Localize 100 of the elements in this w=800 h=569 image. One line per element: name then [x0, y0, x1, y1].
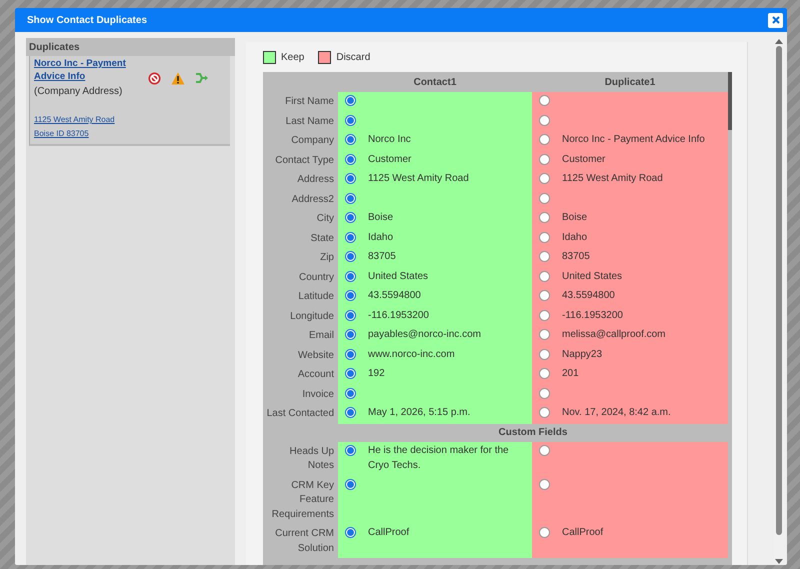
address-link[interactable]: Boise ID 83705: [34, 127, 89, 141]
radio-button[interactable]: [539, 348, 550, 360]
field-value: 1125 West Amity Road: [368, 172, 470, 186]
field-label: Longitude: [290, 310, 334, 324]
field-label: Last Name: [286, 114, 334, 128]
radio-button[interactable]: [345, 114, 356, 126]
field-label: CRM Key Feature Requirements: [270, 478, 334, 522]
field-label: Address: [297, 173, 334, 187]
field-value: May 1, 2026, 5:15 p.m.: [368, 406, 472, 420]
section-header: Custom Fields: [498, 426, 568, 440]
field-label: Zip: [320, 251, 334, 265]
radio-button[interactable]: [345, 290, 356, 301]
window-title: Show Contact Duplicates: [27, 14, 148, 26]
radio-button[interactable]: [539, 527, 550, 538]
field-value: 1125 West Amity Road: [562, 172, 664, 186]
radio-button[interactable]: [539, 270, 550, 282]
field-label: Address2: [292, 192, 334, 206]
field-value: He is the decision maker for the Cryo Techs.: [368, 444, 510, 472]
field-label: State: [310, 232, 334, 246]
radio-button[interactable]: [345, 154, 356, 164]
radio-button[interactable]: [539, 407, 550, 418]
radio-button[interactable]: [345, 444, 356, 456]
radio-button[interactable]: [345, 192, 356, 204]
field-label: Heads Up Notes: [288, 444, 334, 473]
field-value: melissa@callproof.com: [562, 328, 667, 342]
field-label: Company: [291, 134, 334, 148]
radio-button[interactable]: [539, 329, 550, 340]
field-label: First Name: [285, 95, 334, 109]
field-value: CallProof: [562, 526, 604, 540]
scroll-up-icon[interactable]: [775, 38, 783, 44]
column-header: Duplicate1: [604, 76, 656, 90]
radio-button[interactable]: [539, 444, 550, 456]
radio-button[interactable]: [345, 329, 356, 340]
field-value: Boise: [368, 211, 394, 225]
radio-button[interactable]: [345, 310, 356, 320]
radio-button[interactable]: [345, 270, 356, 282]
field-label: Website: [298, 348, 334, 362]
field-value: Idaho: [368, 230, 394, 244]
radio-button[interactable]: [345, 251, 356, 262]
field-label: Contact Type: [275, 154, 334, 168]
legend-label: Discard: [336, 52, 370, 63]
warning-icon[interactable]: [171, 72, 185, 85]
radio-button[interactable]: [539, 192, 550, 204]
field-value: Nappy23: [562, 348, 604, 362]
radio-button[interactable]: [539, 310, 550, 320]
close-icon: [770, 15, 780, 25]
field-value: 43.5594800: [368, 289, 422, 303]
radio-button[interactable]: [539, 173, 550, 184]
radio-button[interactable]: [539, 478, 550, 490]
radio-button[interactable]: [345, 212, 356, 223]
address-type: (Company Address): [34, 85, 124, 99]
field-label: Last Contacted: [266, 407, 334, 421]
field-value: 83705: [368, 250, 397, 264]
radio-button[interactable]: [345, 348, 356, 360]
field-value: -116.1953200: [562, 308, 624, 322]
field-value: 201: [562, 367, 580, 381]
radio-button[interactable]: [345, 173, 356, 184]
field-value: Idaho: [562, 230, 588, 244]
field-value: www.norco-inc.com: [368, 348, 456, 362]
duplicate-link[interactable]: Norco Inc - Payment Advice Info: [34, 57, 142, 83]
radio-button[interactable]: [539, 251, 550, 262]
radio-button[interactable]: [539, 290, 550, 301]
field-label: Email: [308, 329, 334, 343]
field-value: Customer: [562, 152, 606, 166]
field-value: -116.1953200: [368, 308, 430, 322]
radio-button[interactable]: [539, 134, 550, 145]
field-value: United States: [368, 270, 430, 284]
scroll-down-icon[interactable]: [775, 559, 783, 565]
radio-button[interactable]: [345, 368, 356, 379]
radio-button[interactable]: [345, 134, 356, 145]
field-label: Latitude: [298, 290, 334, 304]
field-label: Current CRM Solution: [274, 527, 334, 556]
radio-button[interactable]: [539, 368, 550, 379]
radio-button[interactable]: [539, 388, 550, 398]
column-header: Contact1: [412, 76, 458, 90]
field-value: Nov. 17, 2024, 8:42 a.m.: [562, 406, 672, 420]
address-link[interactable]: 1125 West Amity Road: [34, 113, 115, 127]
radio-button[interactable]: [345, 232, 356, 242]
field-value: Norco Inc - Payment Advice Info: [562, 133, 706, 147]
field-value: Boise: [562, 211, 588, 225]
field-label: Account: [298, 368, 334, 382]
prohibited-icon[interactable]: [148, 72, 161, 85]
field-value: Norco Inc: [368, 133, 412, 147]
field-value: Customer: [368, 152, 412, 166]
close-button[interactable]: [768, 12, 783, 28]
scrollbar[interactable]: [774, 38, 784, 565]
radio-button[interactable]: [539, 232, 550, 242]
radio-button[interactable]: [345, 95, 356, 106]
radio-button[interactable]: [345, 407, 356, 418]
radio-button[interactable]: [345, 527, 356, 538]
panel-title: Duplicates: [29, 42, 80, 52]
radio-button[interactable]: [539, 154, 550, 164]
radio-button[interactable]: [539, 212, 550, 223]
radio-button[interactable]: [345, 478, 356, 490]
radio-button[interactable]: [539, 114, 550, 126]
field-value: 83705: [562, 250, 591, 264]
radio-button[interactable]: [345, 388, 356, 398]
legend-label: Keep: [281, 52, 304, 63]
radio-button[interactable]: [539, 95, 550, 106]
field-label: City: [316, 212, 334, 226]
